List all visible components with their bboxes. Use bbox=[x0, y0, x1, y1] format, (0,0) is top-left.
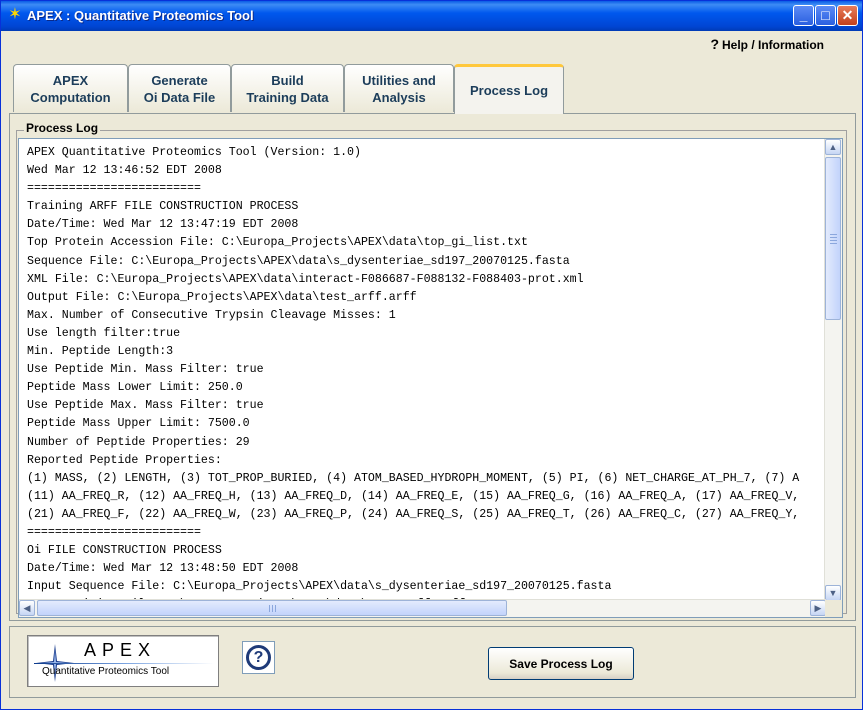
tab-label: Computation bbox=[30, 89, 111, 105]
logo-subtitle: Quantitative Proteomics Tool bbox=[42, 666, 170, 677]
log-text[interactable]: APEX Quantitative Proteomics Tool (Versi… bbox=[27, 144, 827, 599]
scroll-left-icon[interactable]: ◀ bbox=[19, 600, 35, 616]
question-icon: ? bbox=[710, 36, 719, 52]
horizontal-scroll-thumb[interactable] bbox=[37, 600, 507, 616]
log-line: Use Peptide Min. Mass Filter: true bbox=[27, 363, 264, 377]
process-log-legend: Process Log bbox=[24, 121, 101, 135]
help-question-icon: ? bbox=[246, 645, 271, 670]
scroll-down-icon[interactable]: ▼ bbox=[825, 585, 841, 601]
log-line: Use Peptide Max. Mass Filter: true bbox=[27, 399, 264, 413]
tab-label: Generate bbox=[151, 72, 208, 88]
horizontal-scrollbar[interactable]: ◀ ▶ bbox=[19, 599, 826, 617]
logo-swoosh bbox=[34, 663, 214, 664]
apex-logo: APEX Quantitative Proteomics Tool bbox=[27, 635, 219, 687]
log-line: (11) AA_FREQ_R, (12) AA_FREQ_H, (13) AA_… bbox=[27, 489, 800, 503]
log-line: Peptide Mass Upper Limit: 7500.0 bbox=[27, 417, 250, 431]
tab-label: Process Log bbox=[469, 83, 549, 98]
log-line: Number of Peptide Properties: 29 bbox=[27, 435, 250, 449]
maximize-icon: □ bbox=[821, 7, 830, 23]
log-line: Wed Mar 12 13:46:52 EDT 2008 bbox=[27, 164, 222, 178]
minimize-button[interactable]: _ bbox=[793, 5, 814, 26]
scroll-up-icon[interactable]: ▲ bbox=[825, 139, 841, 155]
tab-label: Training Data bbox=[246, 89, 329, 105]
process-log-textarea[interactable]: APEX Quantitative Proteomics Tool (Versi… bbox=[18, 138, 843, 618]
log-line: Training ARFF FILE CONSTRUCTION PROCESS bbox=[27, 200, 299, 214]
help-label: Help / Information bbox=[722, 38, 824, 52]
log-line: Peptide Mass Lower Limit: 250.0 bbox=[27, 381, 243, 395]
log-line: Input Sequence File: C:\Europa_Projects\… bbox=[27, 580, 612, 594]
log-line: Output File: C:\Europa_Projects\APEX\dat… bbox=[27, 290, 417, 304]
title-bar[interactable]: ✶ APEX : Quantitative Proteomics Tool _ … bbox=[1, 1, 862, 31]
close-icon: ✕ bbox=[841, 7, 854, 23]
log-line: Date/Time: Wed Mar 12 13:48:50 EDT 2008 bbox=[27, 562, 299, 576]
minimize-icon: _ bbox=[799, 7, 808, 23]
tab-label: Utilities and bbox=[362, 72, 436, 88]
log-line: XML File: C:\Europa_Projects\APEX\data\i… bbox=[27, 272, 584, 286]
help-information-link[interactable]: ? Help / Information bbox=[710, 36, 824, 52]
log-line: Use length filter:true bbox=[27, 326, 181, 340]
app-window: ✶ APEX : Quantitative Proteomics Tool _ … bbox=[0, 0, 863, 710]
tab-label: Analysis bbox=[372, 89, 426, 105]
tab-generate-oi-data-file[interactable]: Generate Oi Data File bbox=[128, 64, 231, 112]
log-line: Top Protein Accession File: C:\Europa_Pr… bbox=[27, 236, 528, 250]
log-line: Reported Peptide Properties: bbox=[27, 453, 222, 467]
scroll-right-icon[interactable]: ▶ bbox=[810, 600, 826, 616]
log-line: ========================= bbox=[27, 182, 201, 196]
log-line: (1) MASS, (2) LENGTH, (3) TOT_PROP_BURIE… bbox=[27, 471, 800, 485]
log-line: ========================= bbox=[27, 525, 201, 539]
log-line: Sequence File: C:\Europa_Projects\APEX\d… bbox=[27, 254, 570, 268]
tab-label: Oi Data File bbox=[143, 89, 216, 105]
help-button[interactable]: ? bbox=[242, 641, 275, 674]
logo-title: APEX bbox=[84, 640, 157, 660]
window-title: APEX : Quantitative Proteomics Tool bbox=[27, 8, 254, 23]
tab-label: Build bbox=[271, 72, 304, 88]
apex-star-icon: ✶ bbox=[8, 6, 22, 23]
scroll-corner bbox=[825, 600, 842, 617]
log-line: Max. Number of Consecutive Trypsin Cleav… bbox=[27, 308, 396, 322]
vertical-scrollbar[interactable]: ▲ ▼ bbox=[824, 139, 842, 602]
save-process-log-button[interactable]: Save Process Log bbox=[488, 647, 634, 680]
close-button[interactable]: ✕ bbox=[837, 5, 858, 26]
log-line: Min. Peptide Length:3 bbox=[27, 345, 174, 359]
log-line: (21) AA_FREQ_F, (22) AA_FREQ_W, (23) AA_… bbox=[27, 507, 800, 521]
footer-panel: APEX Quantitative Proteomics Tool ? Save… bbox=[9, 626, 856, 698]
tab-utilities-and-analysis[interactable]: Utilities and Analysis bbox=[344, 64, 454, 112]
tab-build-training-data[interactable]: Build Training Data bbox=[231, 64, 344, 112]
log-line: Date/Time: Wed Mar 12 13:47:19 EDT 2008 bbox=[27, 218, 299, 232]
tab-label: APEX bbox=[52, 72, 89, 88]
maximize-button[interactable]: □ bbox=[815, 5, 836, 26]
log-line: Oi FILE CONSTRUCTION PROCESS bbox=[27, 544, 222, 558]
vertical-scroll-thumb[interactable] bbox=[825, 157, 841, 320]
tab-process-log[interactable]: Process Log bbox=[454, 64, 564, 114]
log-line: APEX Quantitative Proteomics Tool (Versi… bbox=[27, 146, 361, 159]
tab-apex-computation[interactable]: APEX Computation bbox=[13, 64, 128, 112]
